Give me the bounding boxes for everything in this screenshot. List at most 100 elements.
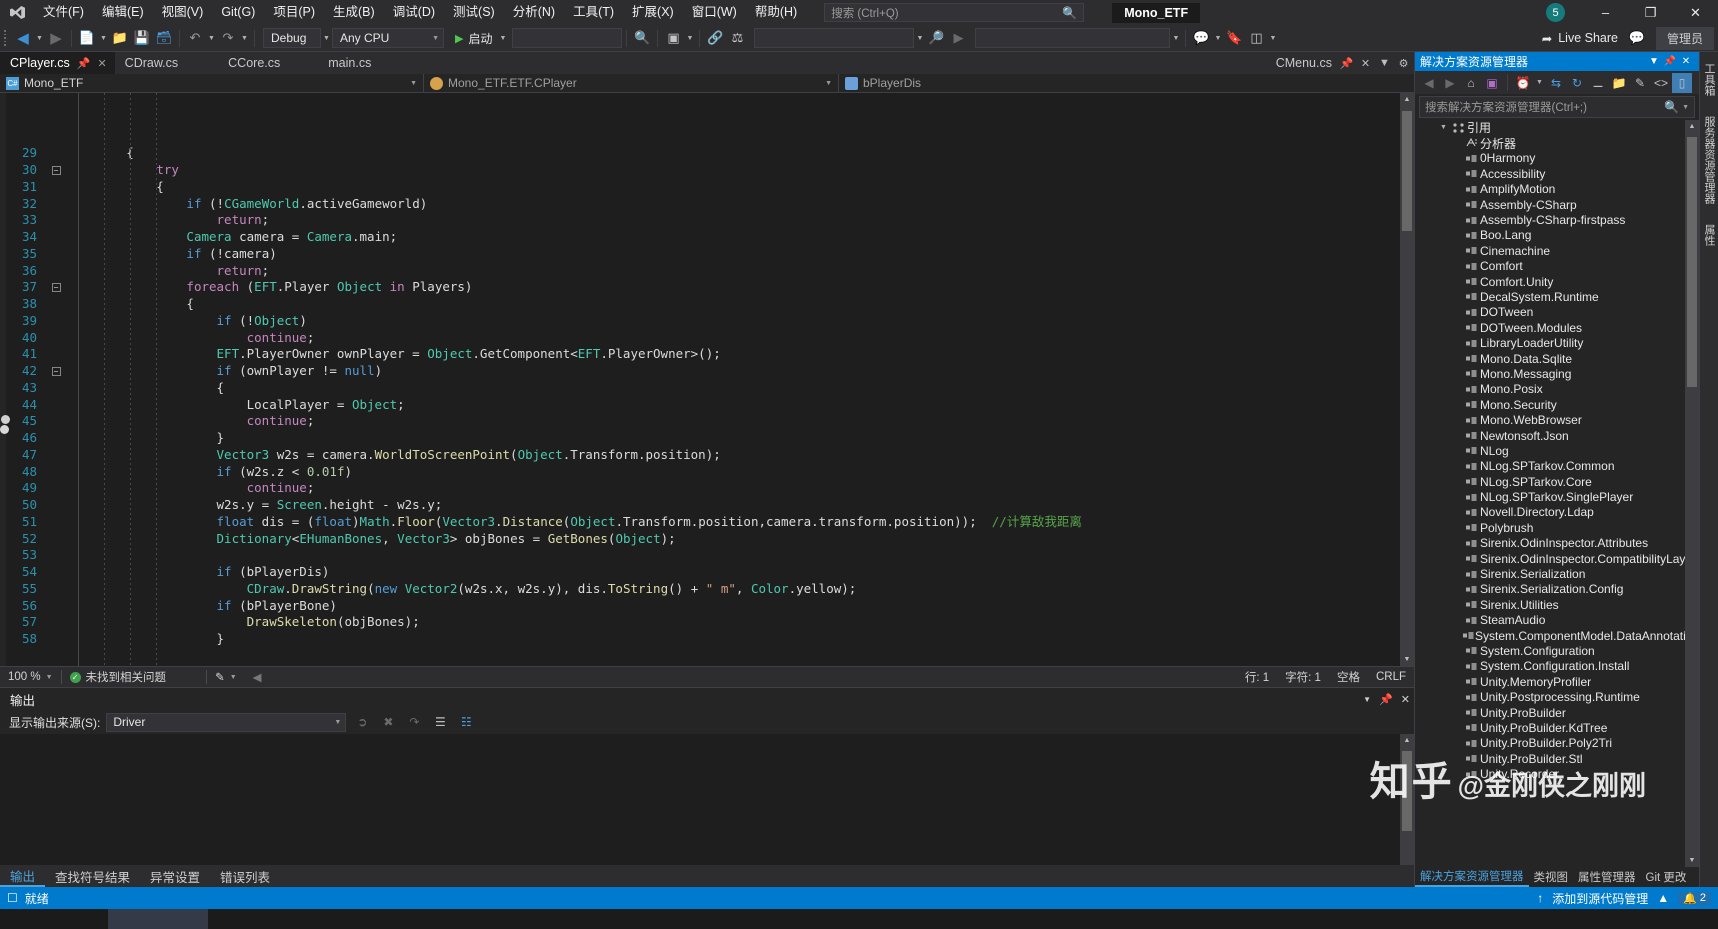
tree-node-reference[interactable]: Mono.Posix bbox=[1415, 382, 1699, 397]
indent-mode[interactable]: 空格 bbox=[1329, 667, 1368, 688]
close-icon-output[interactable]: ✕ bbox=[1401, 693, 1410, 706]
live-visual-tree-icon[interactable]: ▣ bbox=[662, 27, 684, 49]
tree-node-reference[interactable]: Sirenix.Serialization bbox=[1415, 566, 1699, 581]
code-line[interactable]: 32 if (!CGameWorld.activeGameworld) bbox=[0, 196, 1400, 213]
home-icon-se[interactable]: ⌂ bbox=[1461, 73, 1481, 93]
menu-window[interactable]: 窗口(W) bbox=[683, 0, 746, 25]
gear-icon[interactable]: ⚙ bbox=[1395, 53, 1412, 73]
tree-node-reference[interactable]: Polybrush bbox=[1415, 520, 1699, 535]
tree-node-reference[interactable]: Mono.Data.Sqlite bbox=[1415, 351, 1699, 366]
start-debug-button[interactable]: ▶ 启动 bbox=[450, 27, 497, 49]
breadcrumb-project-cell[interactable]: C# Mono_ETF ▼ bbox=[0, 73, 424, 93]
editor-vertical-scrollbar[interactable]: ▲ ▼ bbox=[1400, 93, 1414, 666]
menu-extensions[interactable]: 扩展(X) bbox=[623, 0, 683, 25]
tree-node-analyzers[interactable]: 分析器 bbox=[1415, 135, 1699, 151]
tree-node-references[interactable]: ▼ 引用 bbox=[1415, 120, 1699, 135]
tree-node-reference[interactable]: Assembly-CSharp-firstpass bbox=[1415, 212, 1699, 227]
output-list-icon[interactable]: ☰ bbox=[430, 712, 450, 732]
tree-node-reference[interactable]: Sirenix.Serialization.Config bbox=[1415, 582, 1699, 597]
tree-node-reference[interactable]: NLog.SPTarkov.Common bbox=[1415, 459, 1699, 474]
global-search-box[interactable]: 搜索 (Ctrl+Q) 🔍 bbox=[824, 3, 1085, 22]
new-dropdown-icon[interactable]: ▼ bbox=[98, 35, 109, 42]
minimize-button[interactable]: – bbox=[1583, 0, 1628, 25]
tree-node-reference[interactable]: DOTween bbox=[1415, 305, 1699, 320]
output-body[interactable]: ▲ bbox=[0, 734, 1414, 865]
navigate-forward-icon[interactable]: ▶ bbox=[45, 27, 67, 49]
pin-icon[interactable]: 📌 bbox=[77, 57, 91, 70]
tree-node-reference[interactable]: Cinemachine bbox=[1415, 243, 1699, 258]
menu-test[interactable]: 测试(S) bbox=[444, 0, 504, 25]
preview-selected-items-icon[interactable]: ▯ bbox=[1672, 72, 1692, 93]
output-compare-icon[interactable]: ☷ bbox=[456, 712, 476, 732]
tree-node-reference[interactable]: Sirenix.OdinInspector.CompatibilityLayer bbox=[1415, 551, 1699, 566]
open-file-icon[interactable]: 📁 bbox=[109, 27, 131, 49]
collapse-icon[interactable]: − bbox=[51, 283, 61, 293]
bookmark-icon[interactable]: 🔖 bbox=[1223, 27, 1245, 49]
pin-icon-right[interactable]: 📌 bbox=[1338, 53, 1355, 73]
code-line[interactable]: 36 return; bbox=[0, 263, 1400, 280]
tree-node-reference[interactable]: Unity.Postprocessing.Runtime bbox=[1415, 689, 1699, 704]
se-tab-git-changes[interactable]: Git 更改 bbox=[1641, 867, 1692, 887]
tree-node-reference[interactable]: System.Configuration.Install bbox=[1415, 659, 1699, 674]
code-line[interactable]: 55 CDraw.DrawString(new Vector2(w2s.x, w… bbox=[0, 581, 1400, 598]
comment-icon[interactable]: 💬 bbox=[1190, 27, 1212, 49]
breadcrumb-member-cell[interactable]: bPlayerDis bbox=[839, 74, 1414, 93]
comment-dropdown-icon[interactable]: ▼ bbox=[1212, 35, 1223, 42]
tree-node-reference[interactable]: SteamAudio bbox=[1415, 613, 1699, 628]
tree-node-reference[interactable]: Unity.ProBuilder.Poly2Tri bbox=[1415, 736, 1699, 751]
tree-node-reference[interactable]: Unity.ProBuilder.KdTree bbox=[1415, 720, 1699, 735]
save-icon[interactable]: 💾 bbox=[131, 27, 153, 49]
code-line[interactable]: 29 { bbox=[0, 145, 1400, 162]
code-line[interactable]: 37 − foreach (EFT.Player Object in Player… bbox=[0, 279, 1400, 296]
back-icon-se[interactable]: ◀ bbox=[1419, 73, 1439, 93]
dropdown-icon-se[interactable]: ▼ bbox=[1646, 56, 1662, 67]
new-project-icon[interactable]: 📄 bbox=[76, 27, 98, 49]
eol-mode[interactable]: CRLF bbox=[1368, 667, 1414, 688]
solution-explorer-search[interactable]: 搜索解决方案资源管理器(Ctrl+;) 🔍 ▼ bbox=[1419, 96, 1695, 118]
visual-tree-dropdown-icon[interactable]: ▼ bbox=[684, 35, 695, 42]
code-line[interactable]: 34 Camera camera = Camera.main; bbox=[0, 229, 1400, 246]
panel-icon[interactable]: ◫ bbox=[1245, 27, 1267, 49]
tree-node-reference[interactable]: Unity.ProBuilder bbox=[1415, 705, 1699, 720]
scroll-up-arrow-icon[interactable]: ▲ bbox=[1400, 93, 1414, 106]
fold-toggle[interactable]: − bbox=[46, 165, 66, 175]
platform-combo[interactable]: Any CPU ▼ bbox=[332, 28, 444, 48]
collapse-icon[interactable]: − bbox=[51, 165, 61, 175]
start-dropdown-icon[interactable]: ▼ bbox=[497, 35, 508, 42]
menu-build[interactable]: 生成(B) bbox=[324, 0, 384, 25]
step-icon[interactable]: ▶ bbox=[947, 27, 969, 49]
tree-node-reference[interactable]: System.ComponentModel.DataAnnotations bbox=[1415, 628, 1699, 643]
tree-node-reference[interactable]: DecalSystem.Runtime bbox=[1415, 289, 1699, 304]
save-all-icon[interactable]: 🗃 bbox=[153, 27, 175, 49]
output-source-combo[interactable]: Driver ▼ bbox=[106, 712, 347, 732]
breadcrumb-type-cell[interactable]: Mono_ETF.ETF.CPlayer ▼ bbox=[424, 73, 839, 93]
feedback-icon[interactable]: 💬 bbox=[1626, 27, 1648, 49]
se-scroll-thumb[interactable] bbox=[1687, 137, 1697, 387]
tree-node-reference[interactable]: NLog.SPTarkov.Core bbox=[1415, 474, 1699, 489]
show-all-files-icon[interactable]: 📁 bbox=[1609, 73, 1629, 93]
build-config-combo[interactable]: Debug bbox=[263, 28, 321, 48]
code-line[interactable]: 57 DrawSkeleton(objBones); bbox=[0, 614, 1400, 631]
find-all-icon[interactable]: 🔎 bbox=[925, 27, 947, 49]
code-line[interactable]: 35 if (!camera) bbox=[0, 246, 1400, 263]
undo-dropdown-icon[interactable]: ▼ bbox=[206, 35, 217, 42]
close-button[interactable]: ✕ bbox=[1673, 0, 1718, 25]
toolbar-extra-field[interactable] bbox=[975, 28, 1171, 48]
find-dropdown-icon[interactable]: ▼ bbox=[914, 35, 925, 42]
output-dropdown-icon[interactable]: ▼ bbox=[1363, 695, 1371, 704]
output-tab-find-symbol[interactable]: 查找符号结果 bbox=[45, 865, 140, 887]
hot-reload-icon[interactable]: 🔗 bbox=[704, 27, 726, 49]
tab-ccore-cs[interactable]: CCore.cs bbox=[218, 52, 288, 74]
output-scroll-thumb[interactable] bbox=[1402, 751, 1412, 831]
view-code-icon[interactable]: <> bbox=[1651, 73, 1671, 93]
fold-toggle[interactable]: − bbox=[46, 366, 66, 376]
fold-toggle[interactable]: − bbox=[46, 283, 66, 293]
tree-node-reference[interactable]: Unity.ProBuilder.Stl bbox=[1415, 751, 1699, 766]
breadcrumb-type-dropdown-icon[interactable]: ▼ bbox=[825, 80, 832, 87]
navigation-control[interactable]: ✎ ▼ bbox=[207, 667, 245, 688]
tree-node-reference[interactable]: System.Configuration bbox=[1415, 643, 1699, 658]
tree-node-reference[interactable]: AmplifyMotion bbox=[1415, 182, 1699, 197]
output-tab-output[interactable]: 输出 bbox=[0, 865, 46, 887]
code-line[interactable]: 42 − if (ownPlayer != null) bbox=[0, 363, 1400, 380]
tree-node-reference[interactable]: 0Harmony bbox=[1415, 151, 1699, 166]
